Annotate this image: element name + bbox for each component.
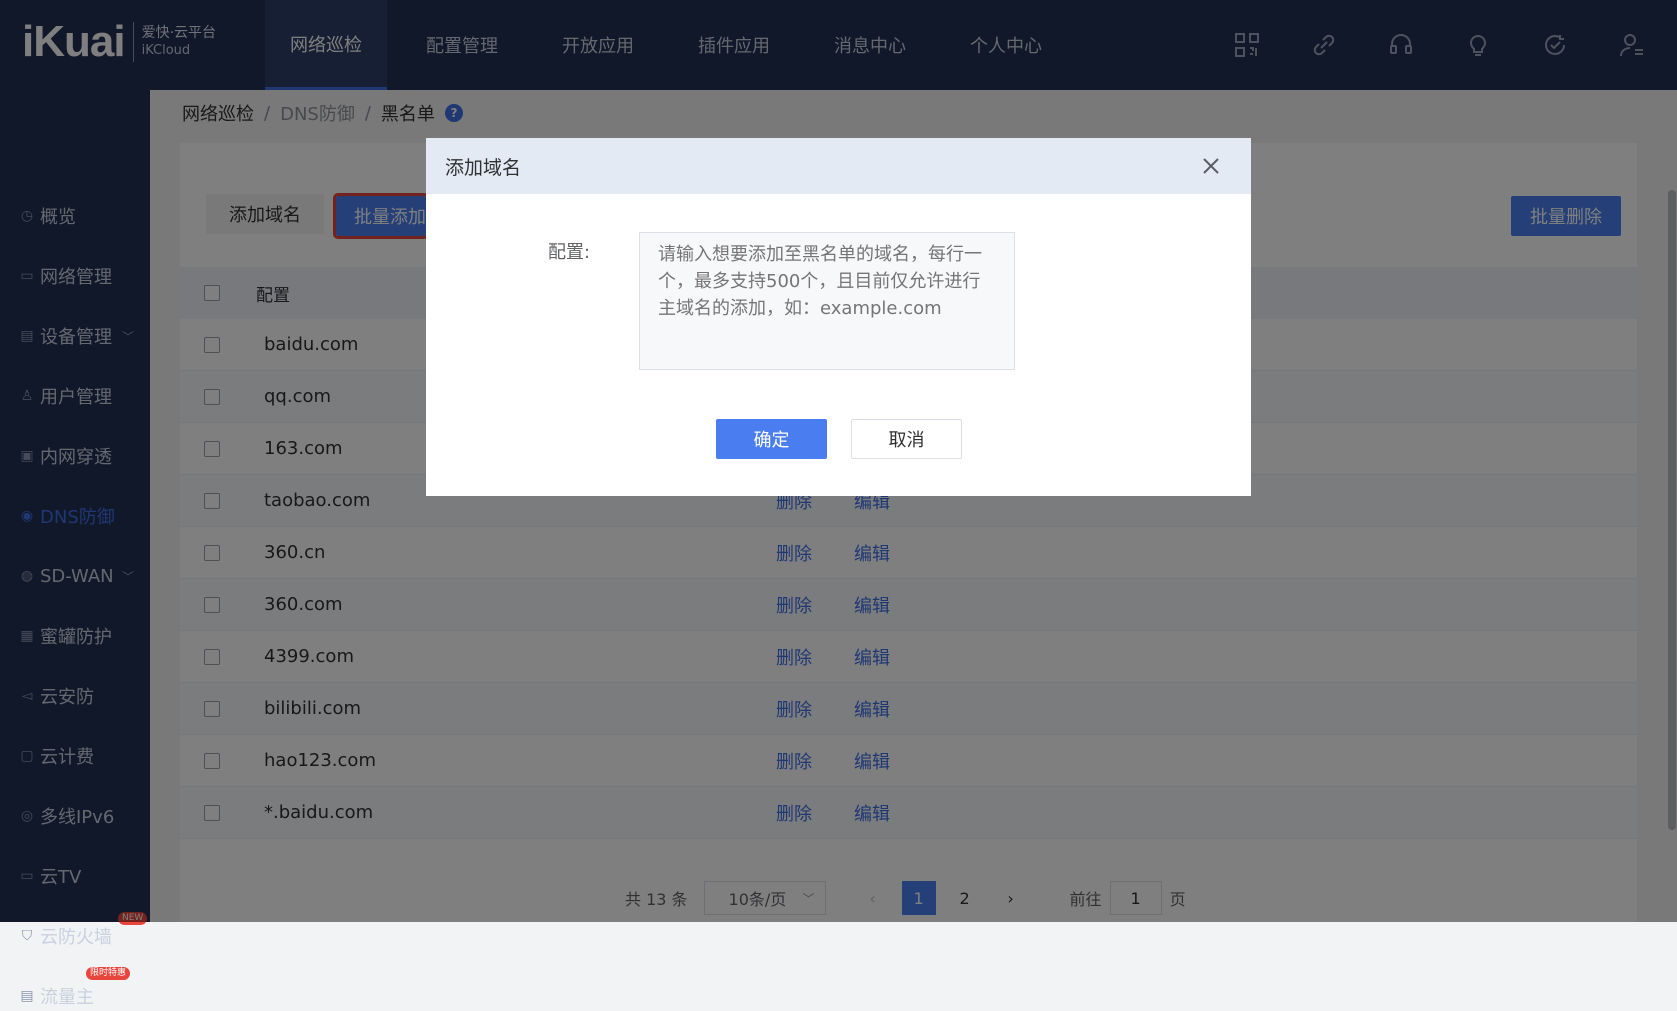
- sidebar-item-cloud-firewall[interactable]: ⛉ 云防火墙: [0, 921, 150, 951]
- traffic-icon: ▤: [20, 988, 34, 1004]
- dialog-header: 添加域名: [426, 138, 1251, 194]
- sidebar-item-label: 流量主: [40, 987, 94, 1008]
- promo-badge: 限时特惠: [86, 967, 131, 980]
- confirm-button[interactable]: 确定: [716, 419, 827, 459]
- cancel-button[interactable]: 取消: [851, 419, 962, 459]
- add-domain-dialog: 添加域名 配置: 确定 取消: [426, 138, 1251, 496]
- config-label: 配置:: [548, 242, 591, 263]
- domain-config-textarea[interactable]: [639, 232, 1015, 370]
- dialog-title: 添加域名: [445, 156, 522, 179]
- close-icon[interactable]: [1197, 152, 1225, 180]
- sidebar-item-traffic[interactable]: ▤ 流量主: [0, 981, 150, 1011]
- sidebar-item-label: 云防火墙: [40, 927, 112, 948]
- shield-icon: ⛉: [21, 928, 33, 944]
